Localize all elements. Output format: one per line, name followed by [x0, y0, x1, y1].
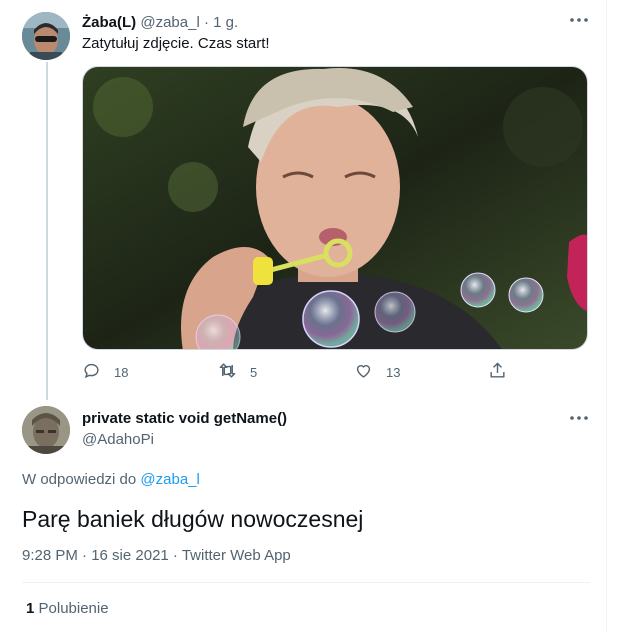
- reply-author-handle[interactable]: @AdahoPi: [82, 430, 154, 450]
- reply-prefix: W odpowiedzi do: [22, 471, 137, 488]
- retweet-icon: [218, 361, 237, 383]
- avatar[interactable]: [22, 12, 70, 60]
- avatar[interactable]: [22, 406, 70, 454]
- share-icon: [488, 361, 507, 383]
- retweet-button[interactable]: 5: [218, 360, 257, 384]
- share-button[interactable]: [488, 360, 507, 384]
- likes-count: 1: [26, 600, 35, 617]
- tweet-header: Żaba(L) @zaba_l · 1 g.: [82, 13, 238, 33]
- reply-button[interactable]: 18: [82, 360, 128, 384]
- author-name[interactable]: Żaba(L): [82, 14, 136, 31]
- reply-to-link[interactable]: @zaba_l: [140, 471, 199, 488]
- tweet-photo[interactable]: [82, 66, 588, 350]
- more-icon[interactable]: [568, 408, 590, 428]
- like-button[interactable]: 13: [354, 360, 400, 384]
- tweet-thread: Żaba(L) @zaba_l · 1 g. Zatytułuj zdjęcie…: [0, 0, 607, 632]
- tweet-metadata[interactable]: 9:28 PM · 16 sie 2021 · Twitter Web App: [22, 546, 291, 566]
- reply-author-name[interactable]: private static void getName(): [82, 409, 287, 429]
- reply-text: Parę baniek długów nowoczesnej: [22, 506, 364, 532]
- like-icon: [354, 361, 373, 383]
- likes-label: Polubienie: [38, 600, 109, 617]
- reply-icon: [82, 361, 101, 383]
- reply-count: 18: [114, 364, 129, 380]
- more-icon[interactable]: [568, 10, 590, 30]
- divider: [22, 582, 590, 583]
- retweet-count: 5: [250, 364, 258, 380]
- thread-connector: [46, 62, 48, 400]
- tweet-time[interactable]: · 1 g.: [204, 14, 238, 31]
- likes-summary[interactable]: 1 Polubienie: [26, 599, 109, 619]
- author-handle[interactable]: @zaba_l: [140, 14, 199, 31]
- reply-context: W odpowiedzi do @zaba_l: [22, 470, 200, 490]
- tweet-actions: 18 5 13: [82, 360, 512, 384]
- like-count: 13: [386, 364, 401, 380]
- tweet-text: Zatytułuj zdjęcie. Czas start!: [82, 35, 270, 52]
